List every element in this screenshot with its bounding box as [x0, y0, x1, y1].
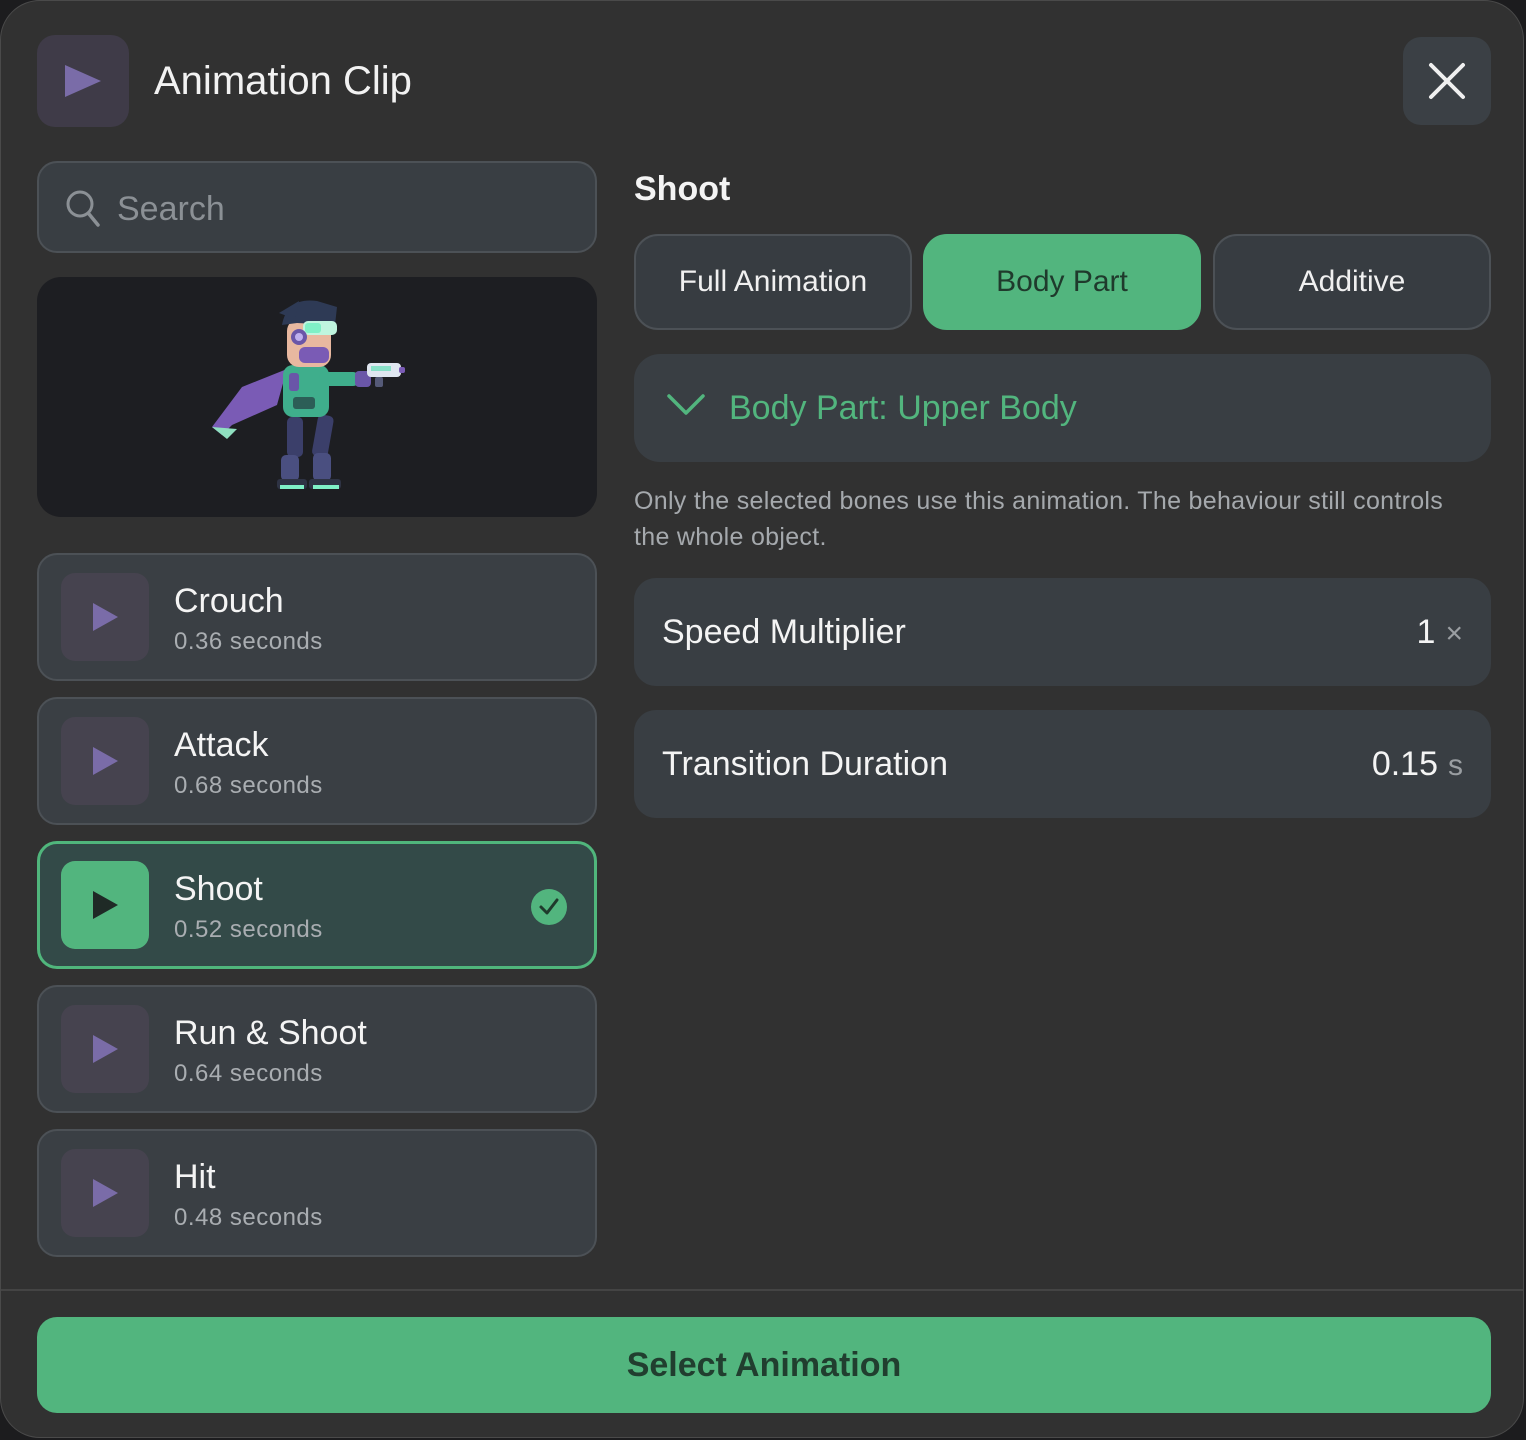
clip-item-attack[interactable]: Attack 0.68 seconds — [37, 697, 597, 825]
play-icon[interactable] — [61, 1149, 149, 1237]
speed-unit: × — [1445, 617, 1463, 650]
animation-preview — [37, 277, 597, 517]
select-animation-button[interactable]: Select Animation — [37, 1317, 1491, 1413]
clip-name: Run & Shoot — [174, 1014, 367, 1052]
body-part-dropdown[interactable]: Body Part: Upper Body — [634, 354, 1491, 462]
play-icon[interactable] — [61, 717, 149, 805]
speed-multiplier-label: Speed Multiplier — [662, 613, 906, 651]
clip-item-crouch[interactable]: Crouch 0.36 seconds — [37, 553, 597, 681]
mode-description: Only the selected bones use this animati… — [634, 487, 1444, 551]
transition-unit: s — [1448, 749, 1463, 782]
clip-name: Shoot — [174, 870, 263, 908]
dialog-title: Animation Clip — [154, 59, 412, 103]
clip-duration: 0.36 seconds — [174, 628, 323, 655]
clip-item-run-and-shoot[interactable]: Run & Shoot 0.64 seconds — [37, 985, 597, 1113]
clip-item-shoot[interactable]: Shoot 0.52 seconds — [37, 841, 597, 969]
clip-duration: 0.64 seconds — [174, 1060, 323, 1087]
play-icon[interactable] — [61, 1005, 149, 1093]
transition-duration-label: Transition Duration — [662, 745, 948, 783]
clip-name: Hit — [174, 1158, 216, 1196]
mode-full-animation-button[interactable]: Full Animation — [634, 234, 912, 330]
clip-duration: 0.48 seconds — [174, 1204, 323, 1231]
speed-value: 1 — [1416, 613, 1436, 651]
transition-value: 0.15 — [1371, 745, 1438, 783]
animation-clip-dialog: Animation Clip Search Crouch 0.36 second… — [0, 0, 1524, 1438]
play-icon[interactable] — [61, 861, 149, 949]
character-preview-image — [212, 300, 405, 489]
checkmark-icon — [531, 889, 567, 925]
selected-clip-title: Shoot — [634, 170, 731, 208]
mode-body-part-button[interactable]: Body Part — [923, 234, 1201, 330]
header-play-icon — [37, 35, 129, 127]
transition-duration-field[interactable]: Transition Duration 0.15 s — [634, 710, 1491, 818]
search-icon — [66, 190, 100, 227]
clip-duration: 0.52 seconds — [174, 916, 323, 943]
clip-name: Crouch — [174, 582, 284, 620]
body-part-label: Body Part: Upper Body — [729, 389, 1077, 427]
close-icon — [1429, 63, 1465, 99]
speed-multiplier-field[interactable]: Speed Multiplier 1 × — [634, 578, 1491, 686]
clip-duration: 0.68 seconds — [174, 772, 323, 799]
chevron-down-icon — [667, 394, 705, 415]
clip-name: Attack — [174, 726, 269, 764]
speed-multiplier-value[interactable]: 1 × — [1417, 612, 1463, 654]
clip-item-hit[interactable]: Hit 0.48 seconds — [37, 1129, 597, 1257]
footer-divider — [1, 1289, 1523, 1291]
search-input[interactable] — [115, 181, 579, 237]
play-icon[interactable] — [61, 573, 149, 661]
mode-additive-button[interactable]: Additive — [1213, 234, 1491, 330]
search-box[interactable] — [37, 161, 597, 253]
close-button[interactable] — [1403, 37, 1491, 125]
transition-duration-value[interactable]: 0.15 s — [1372, 744, 1463, 786]
